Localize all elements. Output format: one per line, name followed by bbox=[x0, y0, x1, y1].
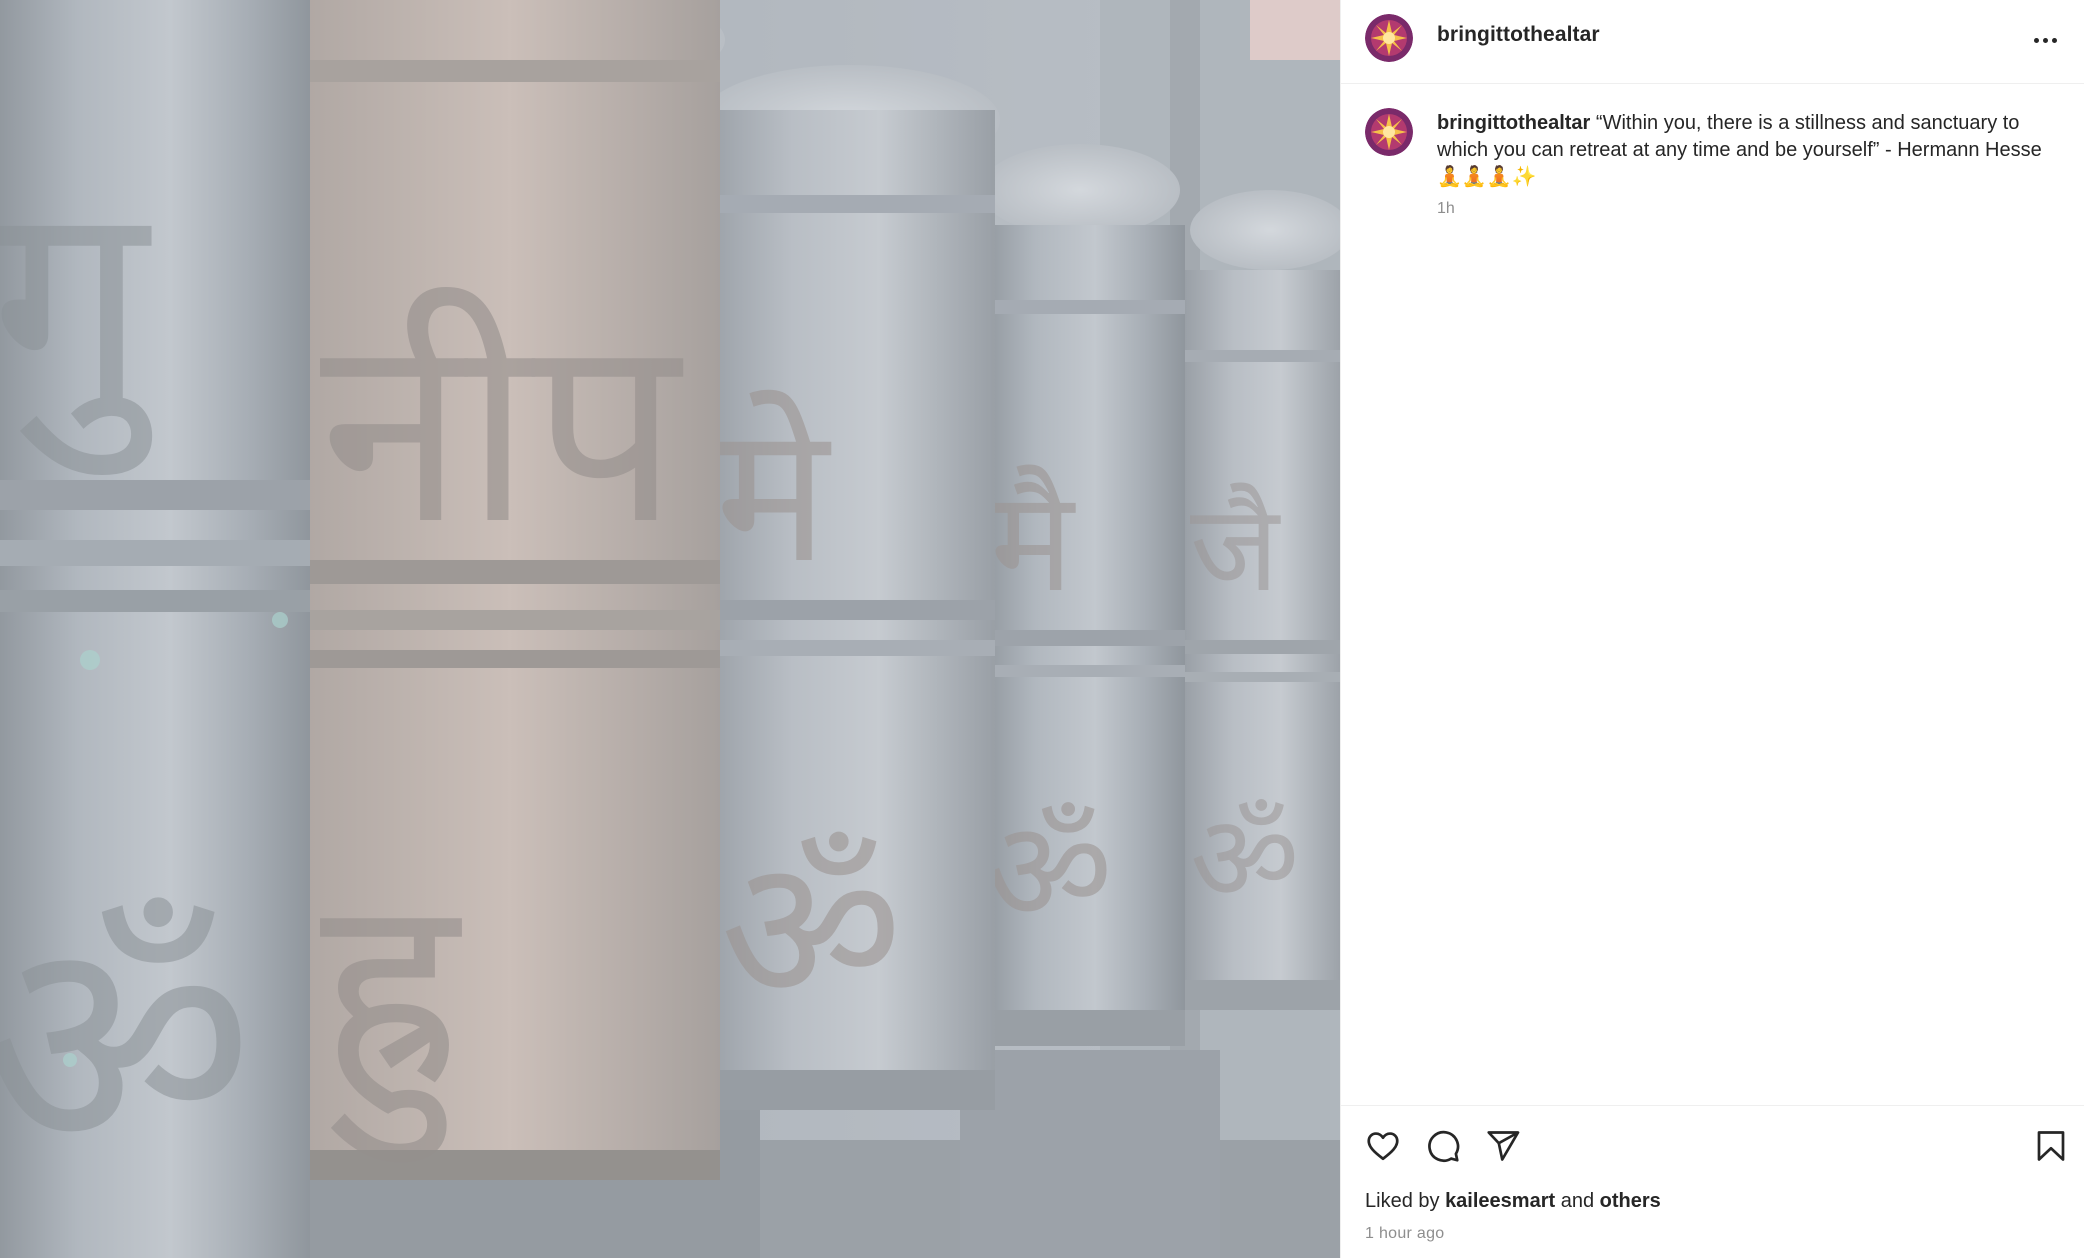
prayer-wheels-photo: जै ॐ मै ॐ मे ॐ नीप ह्रु गु ॐ bbox=[0, 0, 1340, 1258]
svg-text:गु: गु bbox=[0, 141, 156, 479]
post-timestamp[interactable]: 1 hour ago bbox=[1365, 1225, 1445, 1243]
svg-text:ह्रु: ह्रु bbox=[320, 840, 462, 1165]
svg-text:नीप: नीप bbox=[320, 280, 686, 582]
more-horizontal-icon bbox=[2033, 37, 2039, 43]
avatar-image bbox=[1365, 14, 1413, 62]
like-button[interactable] bbox=[1363, 1126, 1403, 1166]
caption-timestamp[interactable]: 1h bbox=[1437, 200, 1455, 218]
more-dot bbox=[2042, 37, 2048, 43]
svg-text:ॐ: ॐ bbox=[985, 791, 1113, 954]
post-image[interactable]: जै ॐ मै ॐ मे ॐ नीप ह्रु गु ॐ bbox=[0, 0, 1340, 1258]
share-button[interactable] bbox=[1483, 1126, 1523, 1166]
post-footer: Liked by kaileesmart and others 1 hour a… bbox=[1341, 1105, 2084, 1258]
likes-summary: Liked by kaileesmart and others bbox=[1365, 1190, 1661, 1213]
more-options-button[interactable] bbox=[2025, 24, 2065, 56]
more-dot bbox=[2051, 37, 2057, 43]
post-sidebar: bringittothealtar bringittothealtar “Wit… bbox=[1340, 0, 2084, 1258]
avatar[interactable] bbox=[1365, 14, 1413, 62]
likes-prefix: Liked by bbox=[1365, 1190, 1440, 1212]
post-header: bringittothealtar bbox=[1341, 0, 2084, 84]
caption-text: bringittothealtar “Within you, there is … bbox=[1437, 110, 2057, 191]
heart-icon bbox=[1367, 1132, 1399, 1161]
avatar-image bbox=[1365, 108, 1413, 156]
post-author-username[interactable]: bringittothealtar bbox=[1437, 23, 1600, 47]
comment-icon bbox=[1428, 1130, 1460, 1162]
save-button[interactable] bbox=[2031, 1126, 2071, 1166]
likes-others-link[interactable]: others bbox=[1600, 1190, 1661, 1212]
svg-text:मै: मै bbox=[990, 461, 1076, 624]
post-dialog: जै ॐ मै ॐ मे ॐ नीप ह्रु गु ॐ bringittoth… bbox=[0, 0, 2084, 1258]
svg-text:जै: जै bbox=[1190, 480, 1281, 619]
comment-button[interactable] bbox=[1423, 1126, 1463, 1166]
svg-text:ॐ: ॐ bbox=[720, 815, 902, 1048]
likes-conjunction: and bbox=[1560, 1190, 1595, 1212]
svg-text:ॐ: ॐ bbox=[0, 872, 254, 1221]
bookmark-icon bbox=[2037, 1131, 2065, 1161]
liked-by-username[interactable]: kaileesmart bbox=[1445, 1190, 1555, 1212]
caption-username[interactable]: bringittothealtar bbox=[1437, 112, 1590, 134]
svg-text:ॐ: ॐ bbox=[1190, 790, 1299, 929]
svg-text:मे: मे bbox=[715, 384, 832, 605]
send-icon bbox=[1487, 1131, 1520, 1161]
caption-avatar[interactable] bbox=[1365, 108, 1413, 156]
